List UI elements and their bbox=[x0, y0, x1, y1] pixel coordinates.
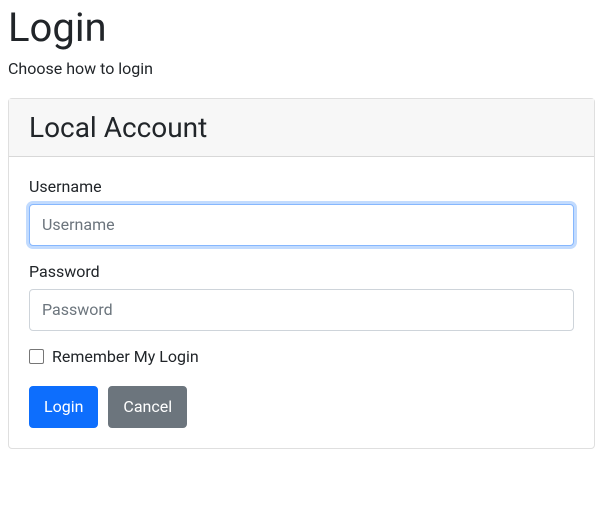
page-title: Login bbox=[8, 4, 595, 51]
password-input[interactable] bbox=[29, 289, 574, 331]
password-group: Password bbox=[29, 262, 574, 331]
username-label: Username bbox=[29, 177, 574, 196]
card-header: Local Account bbox=[9, 99, 594, 157]
username-group: Username bbox=[29, 177, 574, 246]
button-row: Login Cancel bbox=[29, 386, 574, 428]
page-subtitle: Choose how to login bbox=[8, 59, 595, 78]
login-button[interactable]: Login bbox=[29, 386, 98, 428]
card-header-title: Local Account bbox=[29, 111, 574, 144]
remember-group: Remember My Login bbox=[29, 347, 574, 366]
login-card: Local Account Username Password Remember… bbox=[8, 98, 595, 449]
cancel-button[interactable]: Cancel bbox=[108, 386, 187, 428]
username-input[interactable] bbox=[29, 204, 574, 246]
remember-label[interactable]: Remember My Login bbox=[52, 347, 199, 366]
password-label: Password bbox=[29, 262, 574, 281]
remember-checkbox[interactable] bbox=[29, 349, 44, 364]
card-body: Username Password Remember My Login Logi… bbox=[9, 157, 594, 448]
